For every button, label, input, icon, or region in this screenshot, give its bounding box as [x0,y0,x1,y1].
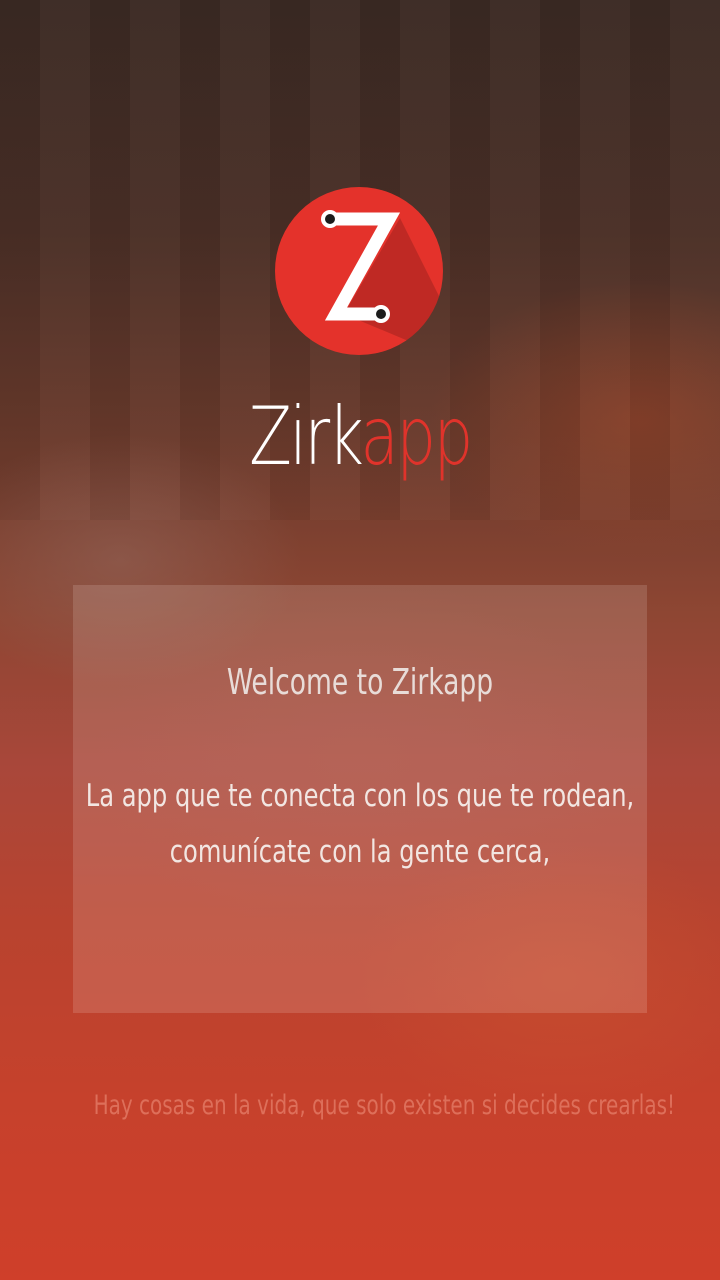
welcome-line-2: comunícate con la gente cerca, [169,834,551,870]
brand-wordmark: Zirkapp [79,382,641,492]
welcome-line-1: La app que te conecta con los que te rod… [85,778,635,814]
zirkapp-logo-icon [274,186,444,356]
welcome-title: Welcome to Zirkapp [226,662,494,703]
tagline: Hay cosas en la vida, que solo existen s… [93,1090,676,1121]
brand-secondary: app [360,390,473,483]
welcome-description: La app que te conecta con los que te rod… [79,768,641,880]
brand-primary: Zirk [249,390,363,483]
